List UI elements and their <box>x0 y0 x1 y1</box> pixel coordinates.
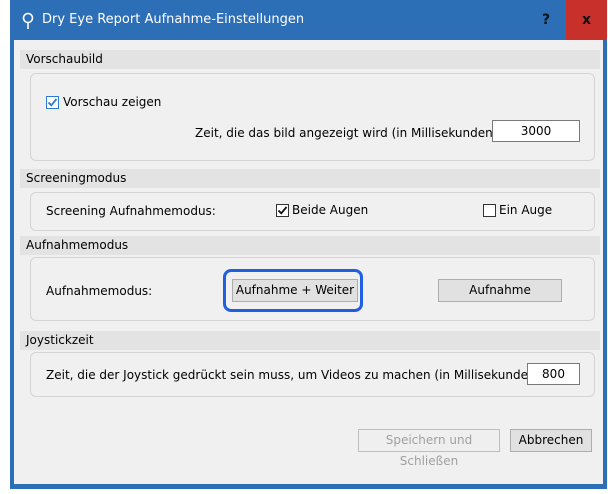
preview-show-checkbox[interactable] <box>46 96 59 109</box>
capture-section-header: Aufnahmemodus <box>20 236 600 255</box>
preview-section-header: Vorschaubild <box>20 50 600 69</box>
preview-group: Vorschau zeigen Zeit, die das bild angez… <box>30 73 595 161</box>
preview-time-input[interactable]: 3000 <box>492 120 580 142</box>
both-eyes-label: Beide Augen <box>292 203 369 217</box>
preview-show-label: Vorschau zeigen <box>63 95 162 109</box>
close-button[interactable]: x <box>566 0 607 40</box>
title-bar[interactable]: Dry Eye Report Aufnahme-Einstellungen ? … <box>10 0 607 40</box>
capture-mode-label: Aufnahmemodus: <box>46 284 153 298</box>
joystick-time-input[interactable]: 800 <box>527 363 580 385</box>
screening-section-header: Screeningmodus <box>20 169 600 188</box>
help-button[interactable]: ? <box>526 0 566 40</box>
both-eyes-checkbox[interactable] <box>276 204 289 217</box>
save-close-button[interactable]: Speichern und Schließen <box>358 429 500 468</box>
joystick-time-label: Zeit, die der Joystick gedrückt sein mus… <box>46 368 545 382</box>
pin-icon <box>21 12 35 30</box>
capture-button[interactable]: Aufnahme <box>438 279 562 302</box>
screening-mode-label: Screening Aufnahmemodus: <box>46 204 216 218</box>
checkmark-icon <box>277 206 288 215</box>
preview-time-label: Zeit, die das bild angezeigt wird (in Mi… <box>195 126 502 140</box>
cancel-button[interactable]: Abbrechen <box>510 429 592 452</box>
checkmark-icon <box>47 98 58 107</box>
window-title: Dry Eye Report Aufnahme-Einstellungen <box>42 12 305 27</box>
dialog-content: Vorschaubild Vorschau zeigen Zeit, die d… <box>14 40 603 484</box>
selection-highlight <box>223 269 363 312</box>
one-eye-checkbox[interactable] <box>483 204 496 217</box>
screening-group: Screening Aufnahmemodus: Beide Augen Ein… <box>30 192 595 231</box>
joystick-group: Zeit, die der Joystick gedrückt sein mus… <box>30 352 595 397</box>
joystick-section-header: Joystickzeit <box>20 331 600 350</box>
one-eye-label: Ein Auge <box>499 203 553 217</box>
dialog-window: Dry Eye Report Aufnahme-Einstellungen ? … <box>10 0 607 489</box>
